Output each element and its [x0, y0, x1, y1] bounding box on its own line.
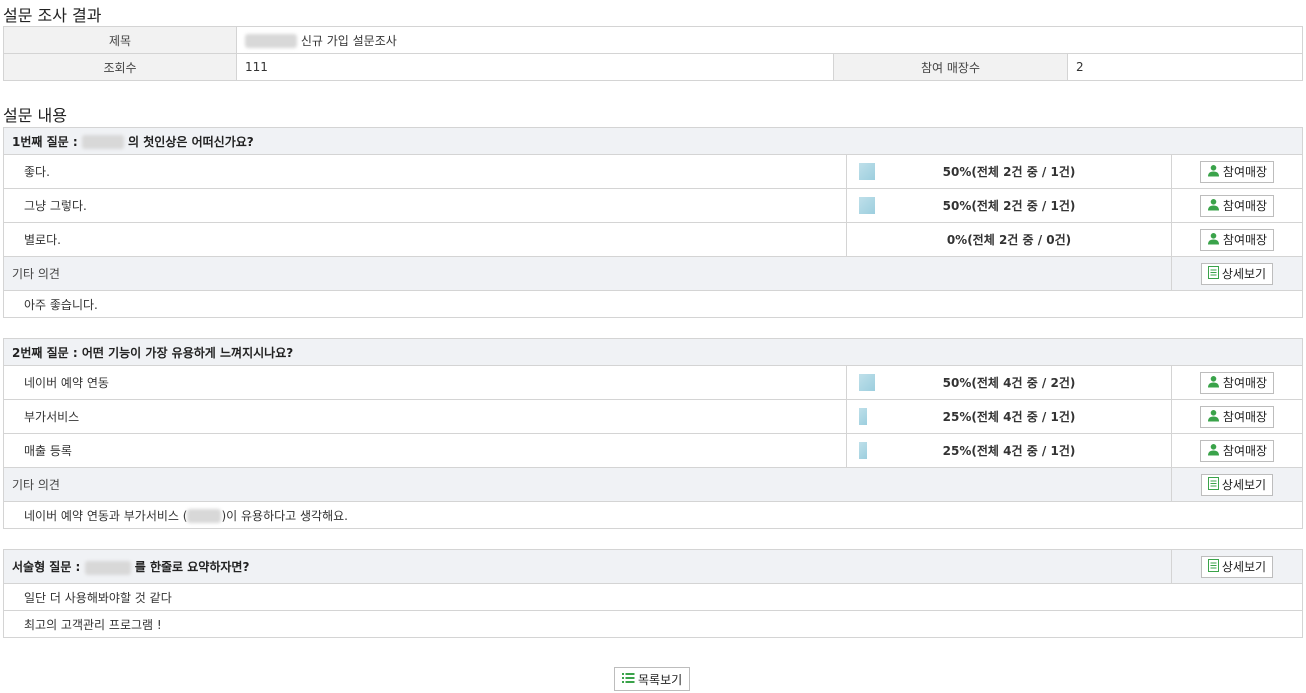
option-label: 매출 등록 [3, 433, 847, 468]
participants-button-label: 참여매장 [1222, 376, 1268, 390]
list-view-button[interactable]: 목록보기 [614, 667, 691, 691]
option-row: 부가서비스 25%(전체 4건 중 / 1건) 참여매장 [3, 399, 1304, 434]
option-label: 네이버 예약 연동 [3, 365, 847, 400]
stat-text: 25%(전체 4건 중 / 1건) [942, 444, 1076, 458]
option-row: 별로다. 0%(전체 2건 중 / 0건) 참여매장 [3, 222, 1304, 257]
ratio-bar [859, 374, 875, 391]
participants-button-label: 참여매장 [1222, 410, 1268, 424]
user-icon [1207, 409, 1220, 425]
descriptive-header: 서술형 질문 : 를 한줄로 요약하자면? [3, 549, 1172, 584]
option-row: 좋다. 50%(전체 2건 중 / 1건) 참여매장 [3, 154, 1304, 189]
participants-button[interactable]: 참여매장 [1199, 405, 1275, 428]
document-icon [1207, 476, 1219, 493]
question-2-table: 2번째 질문 : 어떤 기능이 가장 유용하게 느껴지시나요? 네이버 예약 연… [2, 338, 1304, 529]
participants-button[interactable]: 참여매장 [1199, 194, 1275, 217]
redacted-text [81, 135, 124, 149]
option-stat: 0%(전체 2건 중 / 0건) [846, 222, 1172, 257]
participants-button[interactable]: 참여매장 [1199, 228, 1275, 251]
ratio-bar [859, 163, 875, 180]
option-label: 별로다. [3, 222, 847, 257]
detail-button[interactable]: 상세보기 [1200, 555, 1274, 578]
title-value: 신규 가입 설문조사 [300, 33, 397, 48]
option-stat: 50%(전체 4건 중 / 2건) [846, 365, 1172, 400]
survey-info-table: 제목 신규 가입 설문조사 조회수 111 참여 매장수 2 [3, 26, 1304, 81]
ratio-bar [859, 408, 867, 425]
descriptive-suffix: 를 한줄로 요약하자면? [134, 560, 250, 574]
detail-button-label: 상세보기 [1221, 560, 1267, 574]
redacted-text [187, 509, 222, 523]
participants-button-label: 참여매장 [1222, 444, 1268, 458]
stores-label: 참여 매장수 [833, 53, 1068, 81]
participants-button-label: 참여매장 [1222, 199, 1268, 213]
participants-button[interactable]: 참여매장 [1199, 371, 1275, 394]
ratio-bar [859, 197, 875, 214]
detail-button[interactable]: 상세보기 [1200, 262, 1274, 285]
option-row: 네이버 예약 연동 50%(전체 4건 중 / 2건) 참여매장 [3, 365, 1304, 400]
descriptive-prefix: 서술형 질문 : [12, 560, 81, 574]
etc-text-suffix: )이 유용하다고 생각해요. [221, 508, 348, 523]
participants-button-label: 참여매장 [1222, 233, 1268, 247]
etc-text-prefix: 네이버 예약 연동과 부가서비스 ( [24, 508, 188, 523]
option-stat: 25%(전체 4건 중 / 1건) [846, 433, 1172, 468]
participants-button[interactable]: 참여매장 [1199, 160, 1275, 183]
detail-button-label: 상세보기 [1221, 267, 1267, 281]
participants-button[interactable]: 참여매장 [1199, 439, 1275, 462]
detail-button-label: 상세보기 [1221, 478, 1267, 492]
descriptive-question-table: 서술형 질문 : 를 한줄로 요약하자면? 상세보기 일단 더 사용해봐야할 것… [3, 549, 1303, 638]
stores-value: 2 [1066, 53, 1304, 81]
user-icon [1207, 443, 1220, 459]
answer-item: 일단 더 사용해봐야할 것 같다 [3, 583, 1303, 611]
page-title: 설문 조사 결과 [3, 6, 102, 25]
views-value: 111 [236, 53, 834, 81]
stat-text: 50%(전체 2건 중 / 1건) [942, 199, 1076, 213]
question-1-prefix: 1번째 질문 : [12, 134, 78, 149]
answer-item: 최고의 고객관리 프로그램 ! [3, 610, 1303, 638]
user-icon [1207, 198, 1220, 214]
etc-text: 네이버 예약 연동과 부가서비스 ( )이 유용하다고 생각해요. [2, 501, 1304, 529]
question-1-header: 1번째 질문 : 의 첫인상은 어떠신가요? [2, 127, 1304, 155]
redacted-text [84, 560, 131, 575]
user-icon [1207, 232, 1220, 248]
redacted-text [245, 34, 297, 48]
list-icon [622, 672, 635, 687]
participants-button-label: 참여매장 [1222, 165, 1268, 179]
document-icon [1207, 558, 1219, 575]
option-stat: 50%(전체 2건 중 / 1건) [846, 154, 1172, 189]
option-label: 부가서비스 [3, 399, 847, 434]
stat-text: 0%(전체 2건 중 / 0건) [946, 233, 1072, 247]
option-row: 그냥 그렇다. 50%(전체 2건 중 / 1건) 참여매장 [3, 188, 1304, 223]
ratio-bar [859, 442, 867, 459]
document-icon [1207, 265, 1219, 282]
user-icon [1207, 164, 1220, 180]
stat-text: 50%(전체 2건 중 / 1건) [942, 165, 1076, 179]
stat-text: 25%(전체 4건 중 / 1건) [942, 410, 1076, 424]
content-title: 설문 내용 [3, 106, 67, 125]
views-label: 조회수 [3, 53, 237, 81]
option-row: 매출 등록 25%(전체 4건 중 / 1건) 참여매장 [3, 433, 1304, 468]
etc-text: 아주 좋습니다. [2, 290, 1304, 318]
option-label: 그냥 그렇다. [3, 188, 847, 223]
question-1-table: 1번째 질문 : 의 첫인상은 어떠신가요? 좋다. 50%(전체 2건 중 /… [2, 127, 1304, 318]
user-icon [1207, 375, 1220, 391]
question-2-header: 2번째 질문 : 어떤 기능이 가장 유용하게 느껴지시나요? [2, 338, 1304, 366]
title-value-cell: 신규 가입 설문조사 [235, 26, 1304, 54]
option-stat: 25%(전체 4건 중 / 1건) [846, 399, 1172, 434]
list-view-button-label: 목록보기 [638, 672, 683, 687]
stat-text: 50%(전체 4건 중 / 2건) [942, 376, 1076, 390]
detail-button[interactable]: 상세보기 [1200, 473, 1274, 496]
etc-label: 기타 의견 [3, 256, 1172, 291]
option-stat: 50%(전체 2건 중 / 1건) [846, 188, 1172, 223]
title-label: 제목 [3, 26, 237, 54]
option-label: 좋다. [3, 154, 847, 189]
question-1-suffix: 의 첫인상은 어떠신가요? [128, 134, 254, 149]
etc-label: 기타 의견 [3, 467, 1172, 502]
